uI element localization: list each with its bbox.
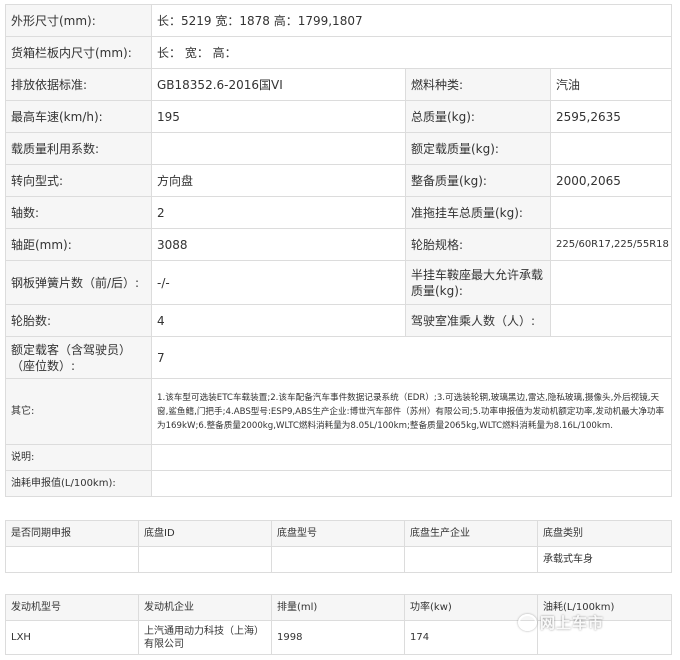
spec-row-outer-size: 外形尺寸(mm): 长：5219 宽：1878 高：1799,1807 [5,4,672,37]
chassis-header-model: 底盘型号 [271,520,405,547]
note-value [151,444,672,471]
tires-value: 4 [151,304,406,337]
spec-row-axles: 轴数: 2 准拖挂车总质量(kg): [5,196,672,229]
axles-label: 轴数: [5,196,152,229]
note-label: 说明: [5,444,152,471]
outer-size-label: 外形尺寸(mm): [5,4,152,37]
saddle-load-value [550,260,672,305]
total-mass-label: 总质量(kg): [405,100,551,133]
load-util-value [151,132,406,165]
spec-row-fuel-consumption: 油耗申报值(L/100km): [5,470,672,497]
rated-load-label: 额定载质量(kg): [405,132,551,165]
fuel-consumption-value [151,470,672,497]
chassis-header-manufacturer: 底盘生产企业 [404,520,538,547]
spec-row-leaf-spring: 钢板弹簧片数（前/后）: -/- 半挂车鞍座最大允许承载质量(kg): [5,260,672,305]
tires-label: 轮胎数: [5,304,152,337]
watermark: 网上车市 [518,612,604,633]
fuel-label: 燃料种类: [405,68,551,101]
engine-manufacturer-value: 上汽通用动力科技（上海）有限公司 [138,620,272,655]
max-speed-value: 195 [151,100,406,133]
chassis-model-value [271,546,405,573]
watermark-logo-icon [518,614,537,631]
chassis-header-row: 是否同期申报 底盘ID 底盘型号 底盘生产企业 底盘类别 [5,520,672,547]
spec-row-max-speed: 最高车速(km/h): 195 总质量(kg): 2595,2635 [5,100,672,133]
chassis-id-value [138,546,272,573]
spec-row-cargo-box: 货箱栏板内尺寸(mm): 长： 宽： 高： [5,36,672,69]
trailer-mass-value [550,196,672,229]
engine-header-manufacturer: 发动机企业 [138,594,272,621]
engine-header-displacement: 排量(ml) [271,594,405,621]
engine-header-model: 发动机型号 [5,594,139,621]
cab-seats-label: 驾驶室准乘人数（人）: [405,304,551,337]
leaf-spring-label: 钢板弹簧片数（前/后）: [5,260,152,305]
emission-value: GB18352.6-2016国VI [151,68,406,101]
wheelbase-label: 轴距(mm): [5,228,152,261]
spec-row-load-util: 载质量利用系数: 额定载质量(kg): [5,132,672,165]
curb-mass-value: 2000,2065 [550,164,672,197]
spec-row-note: 说明: [5,444,672,471]
spec-row-steering: 转向型式: 方向盘 整备质量(kg): 2000,2065 [5,164,672,197]
chassis-header-category: 底盘类别 [537,520,672,547]
axles-value: 2 [151,196,406,229]
total-mass-value: 2595,2635 [550,100,672,133]
cab-seats-value [550,304,672,337]
engine-model-value: LXH [5,620,139,655]
engine-displacement-value: 1998 [271,620,405,655]
spec-row-wheelbase: 轴距(mm): 3088 轮胎规格: 225/60R17,225/55R18 [5,228,672,261]
load-util-label: 载质量利用系数: [5,132,152,165]
tire-spec-value: 225/60R17,225/55R18 [550,228,672,261]
curb-mass-label: 整备质量(kg): [405,164,551,197]
fuel-consumption-label: 油耗申报值(L/100km): [5,470,152,497]
spec-row-rated-passengers: 额定载客（含驾驶员）（座位数）: 7 [5,336,672,379]
chassis-table: 是否同期申报 底盘ID 底盘型号 底盘生产企业 底盘类别 承载式车身 [5,520,672,573]
cargo-box-value: 长： 宽： 高： [151,36,672,69]
chassis-category-value: 承载式车身 [537,546,672,573]
cargo-box-label: 货箱栏板内尺寸(mm): [5,36,152,69]
leaf-spring-value: -/- [151,260,406,305]
rated-passengers-label: 额定载客（含驾驶员）（座位数）: [5,336,152,379]
wheelbase-value: 3088 [151,228,406,261]
chassis-header-simultaneous: 是否同期申报 [5,520,139,547]
chassis-data-row: 承载式车身 [5,546,672,573]
fuel-value: 汽油 [550,68,672,101]
spec-table: 外形尺寸(mm): 长：5219 宽：1878 高：1799,1807 货箱栏板… [5,4,672,497]
tire-spec-label: 轮胎规格: [405,228,551,261]
chassis-simultaneous-value [5,546,139,573]
watermark-text: 网上车市 [540,614,605,632]
other-label: 其它: [5,378,152,445]
max-speed-label: 最高车速(km/h): [5,100,152,133]
rated-load-value [550,132,672,165]
outer-size-value: 长：5219 宽：1878 高：1799,1807 [151,4,672,37]
spec-row-tires: 轮胎数: 4 驾驶室准乘人数（人）: [5,304,672,337]
spec-row-other: 其它: 1.该车型可选装ETC车载装置;2.该车配备汽车事件数据记录系统（EDR… [5,378,672,445]
rated-passengers-value: 7 [151,336,672,379]
chassis-header-id: 底盘ID [138,520,272,547]
steering-value: 方向盘 [151,164,406,197]
other-value: 1.该车型可选装ETC车载装置;2.该车配备汽车事件数据记录系统（EDR）;3.… [151,378,672,445]
steering-label: 转向型式: [5,164,152,197]
spec-row-emission: 排放依据标准: GB18352.6-2016国VI 燃料种类: 汽油 [5,68,672,101]
emission-label: 排放依据标准: [5,68,152,101]
chassis-manufacturer-value [404,546,538,573]
trailer-mass-label: 准拖挂车总质量(kg): [405,196,551,229]
saddle-load-label: 半挂车鞍座最大允许承载质量(kg): [405,260,551,305]
